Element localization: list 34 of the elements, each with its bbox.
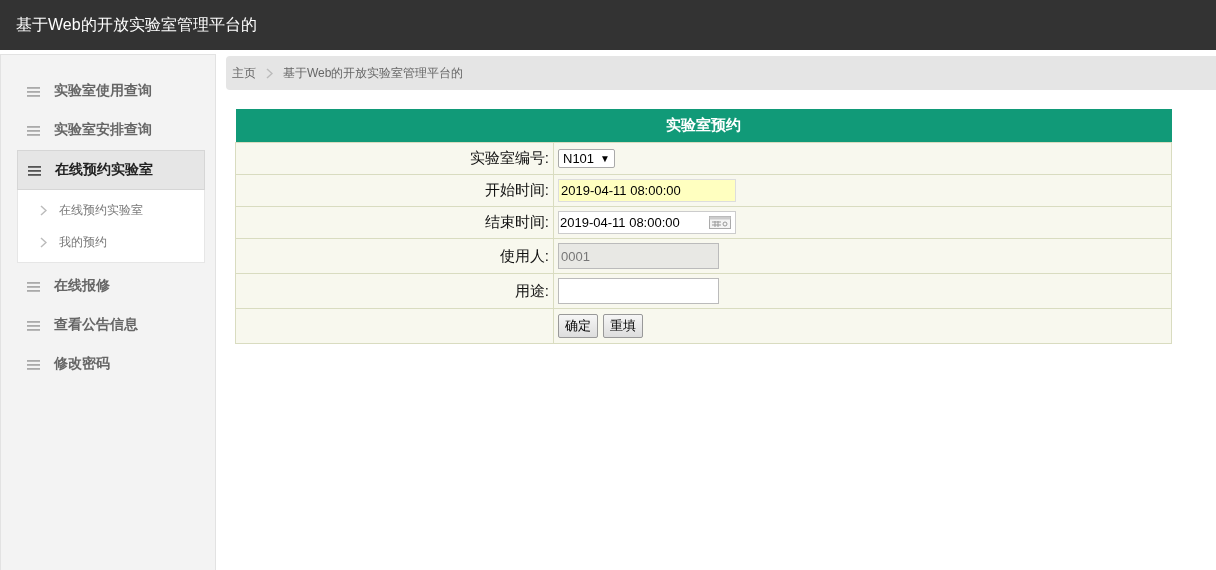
field-label: 开始时间:: [484, 181, 549, 198]
menu-icon: [28, 164, 41, 176]
submenu-item[interactable]: 我的预约: [18, 226, 204, 258]
sidebar-item[interactable]: 在线预约实验室: [17, 150, 205, 190]
menu-icon: [27, 319, 40, 331]
chevron-icon: [40, 204, 47, 216]
date-field[interactable]: 2019-04-11 08:00:00: [558, 211, 736, 234]
submenu-item[interactable]: 在线预约实验室: [18, 194, 204, 226]
sidebar-item[interactable]: 查看公告信息: [17, 306, 205, 344]
chevron-icon: [266, 67, 273, 79]
sidebar-item[interactable]: 实验室使用查询: [17, 72, 205, 110]
field-label: 使用人:: [499, 246, 549, 264]
field-label: 用途:: [514, 281, 549, 299]
form-button[interactable]: 重填: [603, 314, 643, 338]
form-button[interactable]: 确定: [558, 314, 598, 338]
menu-icon: [27, 280, 40, 292]
lab-select[interactable]: N101 ▼: [558, 149, 615, 168]
field-label: 结束时间:: [484, 213, 549, 230]
menu-icon: [27, 85, 40, 97]
chevron-icon: [40, 236, 47, 248]
breadcrumb-link[interactable]: 主页: [232, 64, 256, 82]
input-field[interactable]: [558, 278, 719, 304]
caret-icon: ▼: [600, 153, 610, 164]
sidebar-item[interactable]: 修改密码: [17, 345, 205, 383]
menu-icon: [27, 358, 40, 370]
breadcrumb-link[interactable]: 基于Web的开放实验室管理平台的: [283, 64, 464, 82]
menu-icon: [27, 124, 40, 136]
calendar-icon[interactable]: [709, 216, 731, 229]
field-label: 实验室编号:: [469, 149, 549, 166]
sidebar-item[interactable]: 实验室安排查询: [17, 111, 205, 149]
input-field[interactable]: 2019-04-11 08:00:00: [558, 179, 736, 202]
form-title: 实验室预约: [235, 109, 1172, 143]
site-title: 基于Web的开放实验室管理平台的: [16, 14, 257, 35]
sidebar-item[interactable]: 在线报修: [17, 267, 205, 305]
